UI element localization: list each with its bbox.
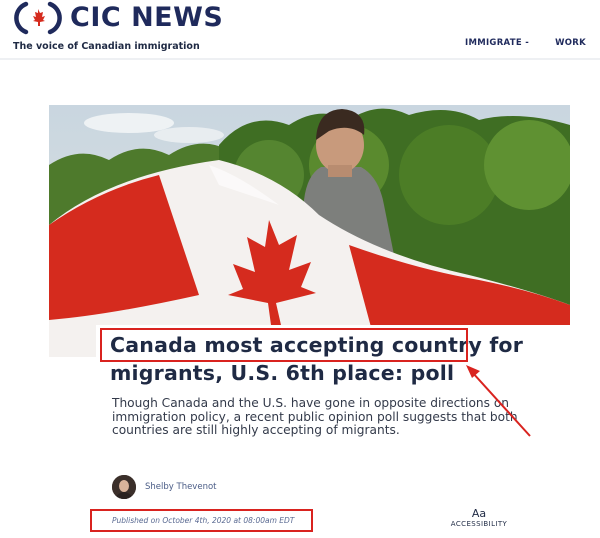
article-card: Canada most accepting country for migran… <box>96 325 570 515</box>
accessibility-icon: Aa <box>471 507 487 520</box>
accessibility-label: ACCESSIBILITY <box>450 520 508 528</box>
hero-image <box>49 105 570 357</box>
author-name: Shelby Thevenot <box>145 482 217 492</box>
site-header: CIC NEWS The voice of Canadian immigrati… <box>0 0 600 58</box>
accessibility-button[interactable]: Aa ACCESSIBILITY <box>450 507 508 529</box>
article-summary: Though Canada and the U.S. have gone in … <box>112 396 518 438</box>
site-logo[interactable]: CIC NEWS <box>12 0 223 36</box>
maple-leaf-logo-icon <box>14 1 62 35</box>
nav-item-work[interactable]: WORK <box>555 38 586 48</box>
published-date: Published on October 4th, 2020 at 08:00a… <box>112 516 295 525</box>
article-title[interactable]: Canada most accepting country for migran… <box>110 331 550 387</box>
author-byline[interactable]: Shelby Thevenot <box>112 475 217 499</box>
logo-text: CIC NEWS <box>70 2 224 33</box>
nav-item-immigrate[interactable]: IMMIGRATE - <box>465 38 529 48</box>
author-avatar <box>112 475 136 499</box>
header-divider <box>0 58 600 60</box>
main-nav: IMMIGRATE - WORK <box>465 38 586 48</box>
site-tagline: The voice of Canadian immigration <box>13 41 200 52</box>
